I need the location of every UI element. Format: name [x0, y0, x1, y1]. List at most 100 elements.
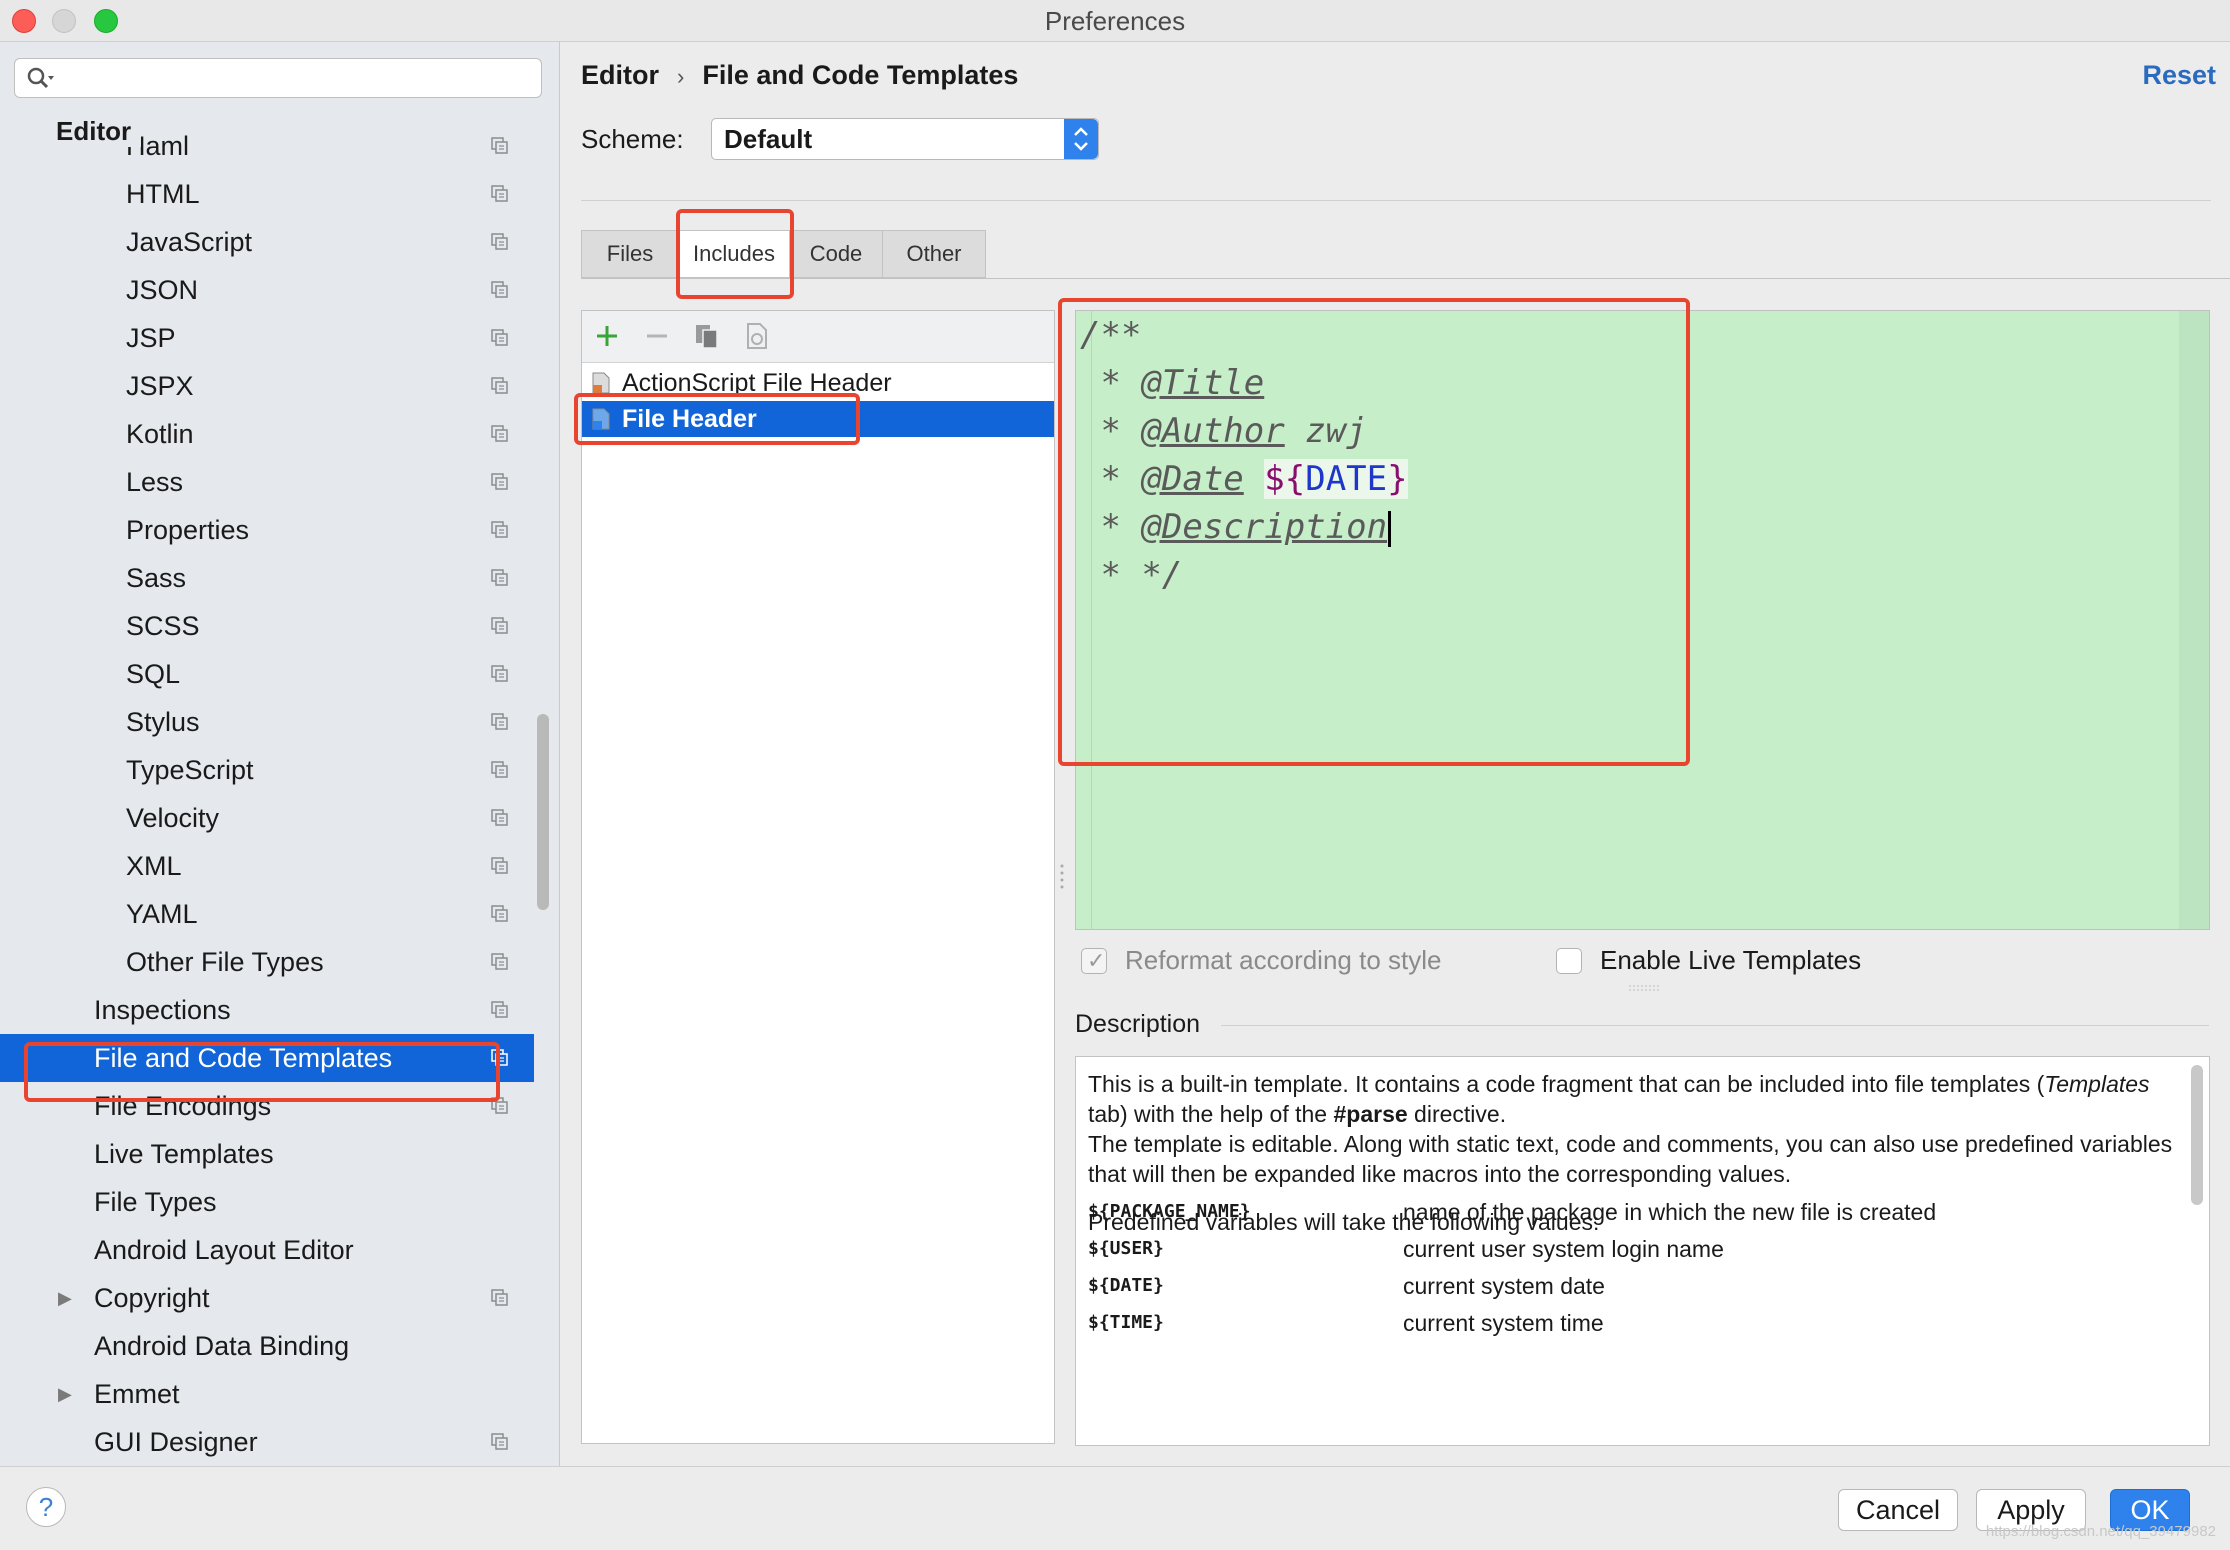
- sidebar-item-label: SCSS: [126, 611, 200, 641]
- sidebar-item-typescript[interactable]: TypeScript: [0, 746, 534, 794]
- sidebar-item-yaml[interactable]: YAML: [0, 890, 534, 938]
- project-settings-icon: [491, 1049, 508, 1066]
- description-scrollbar[interactable]: [2191, 1065, 2203, 1205]
- sidebar-item-kotlin[interactable]: Kotlin: [0, 410, 534, 458]
- project-settings-icon: [491, 1001, 508, 1018]
- sidebar-item-jspx[interactable]: JSPX: [0, 362, 534, 410]
- project-settings-icon: [491, 1097, 508, 1114]
- project-settings-icon: [491, 329, 508, 346]
- tab-includes[interactable]: Includes: [678, 230, 790, 278]
- reformat-checkbox[interactable]: ✓: [1081, 948, 1107, 974]
- sidebar-item-javascript[interactable]: JavaScript: [0, 218, 534, 266]
- scheme-label: Scheme:: [581, 124, 684, 154]
- file-template-icon: [592, 408, 610, 430]
- sidebar-item-label: Live Templates: [94, 1139, 274, 1169]
- splitter-handle[interactable]: [1059, 862, 1065, 892]
- sidebar-item-other-file-types[interactable]: Other File Types: [0, 938, 534, 986]
- sidebar-item-scss[interactable]: SCSS: [0, 602, 534, 650]
- breadcrumb-current: File and Code Templates: [702, 60, 1019, 90]
- sidebar-item-android-layout-editor[interactable]: Android Layout Editor: [0, 1226, 534, 1274]
- description-panel: This is a built-in template. It contains…: [1075, 1056, 2210, 1446]
- sidebar-item-file-types[interactable]: File Types: [0, 1178, 534, 1226]
- scheme-select[interactable]: Default: [711, 118, 1099, 160]
- code-line: * @Date ${DATE}: [1080, 459, 1408, 499]
- sidebar-item-sass[interactable]: Sass: [0, 554, 534, 602]
- sidebar-item-copyright[interactable]: ▶ Copyright: [0, 1274, 534, 1322]
- breadcrumb: Editor › File and Code Templates: [581, 60, 1018, 91]
- variable-description: current system time: [1403, 1310, 1604, 1336]
- sidebar-item-jsp[interactable]: JSP: [0, 314, 534, 362]
- live-templates-checkbox[interactable]: [1556, 948, 1582, 974]
- sidebar-item-html[interactable]: HTML: [0, 170, 534, 218]
- reformat-checkbox-row[interactable]: ✓ Reformat according to style: [1081, 940, 1531, 980]
- tab-other[interactable]: Other: [882, 230, 986, 278]
- live-templates-checkbox-row[interactable]: Enable Live Templates: [1556, 940, 1956, 980]
- variable-row: ${PACKAGE_NAME} name of the package in wh…: [1088, 1197, 2188, 1229]
- search-icon[interactable]: [25, 65, 55, 93]
- search-box[interactable]: [14, 58, 542, 98]
- live-templates-label: Enable Live Templates: [1600, 945, 1862, 975]
- template-list-item[interactable]: ActionScript File Header: [582, 365, 1054, 401]
- sidebar-item-label: JSPX: [126, 371, 194, 401]
- sidebar-item-sql[interactable]: SQL: [0, 650, 534, 698]
- breadcrumb-parent: Editor: [581, 60, 659, 90]
- template-list-item[interactable]: File Header: [582, 401, 1054, 437]
- reset-template-icon[interactable]: [742, 321, 772, 351]
- add-icon[interactable]: [592, 321, 622, 351]
- variable-row: ${TIME} current system time: [1088, 1308, 2188, 1340]
- project-settings-icon: [491, 137, 508, 154]
- sidebar-item-inspections[interactable]: Inspections: [0, 986, 534, 1034]
- project-settings-icon: [491, 953, 508, 970]
- sidebar-item-label: Velocity: [126, 803, 220, 833]
- project-settings-icon: [491, 809, 508, 826]
- tab-files[interactable]: Files: [581, 230, 679, 278]
- sidebar-item-xml[interactable]: XML: [0, 842, 534, 890]
- code-line: * @Description: [1080, 507, 1392, 547]
- copy-icon[interactable]: [692, 321, 722, 351]
- template-list-label: ActionScript File Header: [622, 369, 892, 397]
- project-settings-icon: [491, 233, 508, 250]
- remove-icon[interactable]: [642, 321, 672, 351]
- cancel-button[interactable]: Cancel: [1838, 1489, 1958, 1531]
- sidebar-item-properties[interactable]: Properties: [0, 506, 534, 554]
- sidebar-item-json[interactable]: JSON: [0, 266, 534, 314]
- sidebar-item-label: Stylus: [126, 707, 200, 737]
- checkmark-icon: ✓: [1087, 948, 1106, 973]
- sidebar-item-label: Copyright: [94, 1283, 210, 1313]
- reset-link[interactable]: Reset: [2142, 60, 2216, 91]
- sidebar-item-label: HTML: [126, 179, 200, 209]
- template-editor[interactable]: /** * @Title * @Author zwj * @Date ${DAT…: [1075, 310, 2210, 930]
- code-line: * */: [1080, 555, 1183, 595]
- project-settings-icon: [491, 473, 508, 490]
- sidebar-item-file-encodings[interactable]: File Encodings: [0, 1082, 534, 1130]
- sidebar-item-gui-designer[interactable]: GUI Designer: [0, 1418, 534, 1466]
- tab-code[interactable]: Code: [789, 230, 883, 278]
- sidebar-item-android-data-binding[interactable]: Android Data Binding: [0, 1322, 534, 1370]
- variable-row: ${DATE} current system date: [1088, 1271, 2188, 1303]
- resize-handle-icon[interactable]: [1629, 984, 1659, 992]
- sidebar-item-live-templates[interactable]: Live Templates: [0, 1130, 534, 1178]
- project-settings-icon: [491, 713, 508, 730]
- sidebar-item-velocity[interactable]: Velocity: [0, 794, 534, 842]
- sidebar-item-stylus[interactable]: Stylus: [0, 698, 534, 746]
- window-title: Preferences: [1044, 6, 1186, 36]
- scheme-value: Default: [724, 124, 813, 154]
- search-input[interactable]: [67, 63, 527, 93]
- expand-arrow-icon[interactable]: ▶: [58, 1370, 72, 1418]
- code-line: * @Author zwj: [1080, 411, 1367, 451]
- expand-arrow-icon[interactable]: ▶: [58, 1274, 72, 1322]
- variable-name: ${USER}: [1088, 1238, 1164, 1259]
- help-button[interactable]: ?: [26, 1487, 66, 1527]
- sidebar-item-label: YAML: [126, 899, 198, 929]
- sidebar-scrollbar[interactable]: [537, 714, 549, 910]
- sidebar-item-emmet[interactable]: ▶ Emmet: [0, 1370, 534, 1418]
- project-settings-icon: [491, 905, 508, 922]
- divider: [581, 200, 2211, 201]
- main-panel: Editor › File and Code Templates Reset Sch…: [561, 42, 2230, 1466]
- sidebar-item-file-and-code-templates[interactable]: File and Code Templates: [0, 1034, 534, 1082]
- project-settings-icon: [491, 569, 508, 586]
- sidebar-item-label: Sass: [126, 563, 187, 593]
- sidebar-item-label: JavaScript: [126, 227, 253, 257]
- sidebar-item-less[interactable]: Less: [0, 458, 534, 506]
- sidebar-item-label: File Encodings: [94, 1091, 272, 1121]
